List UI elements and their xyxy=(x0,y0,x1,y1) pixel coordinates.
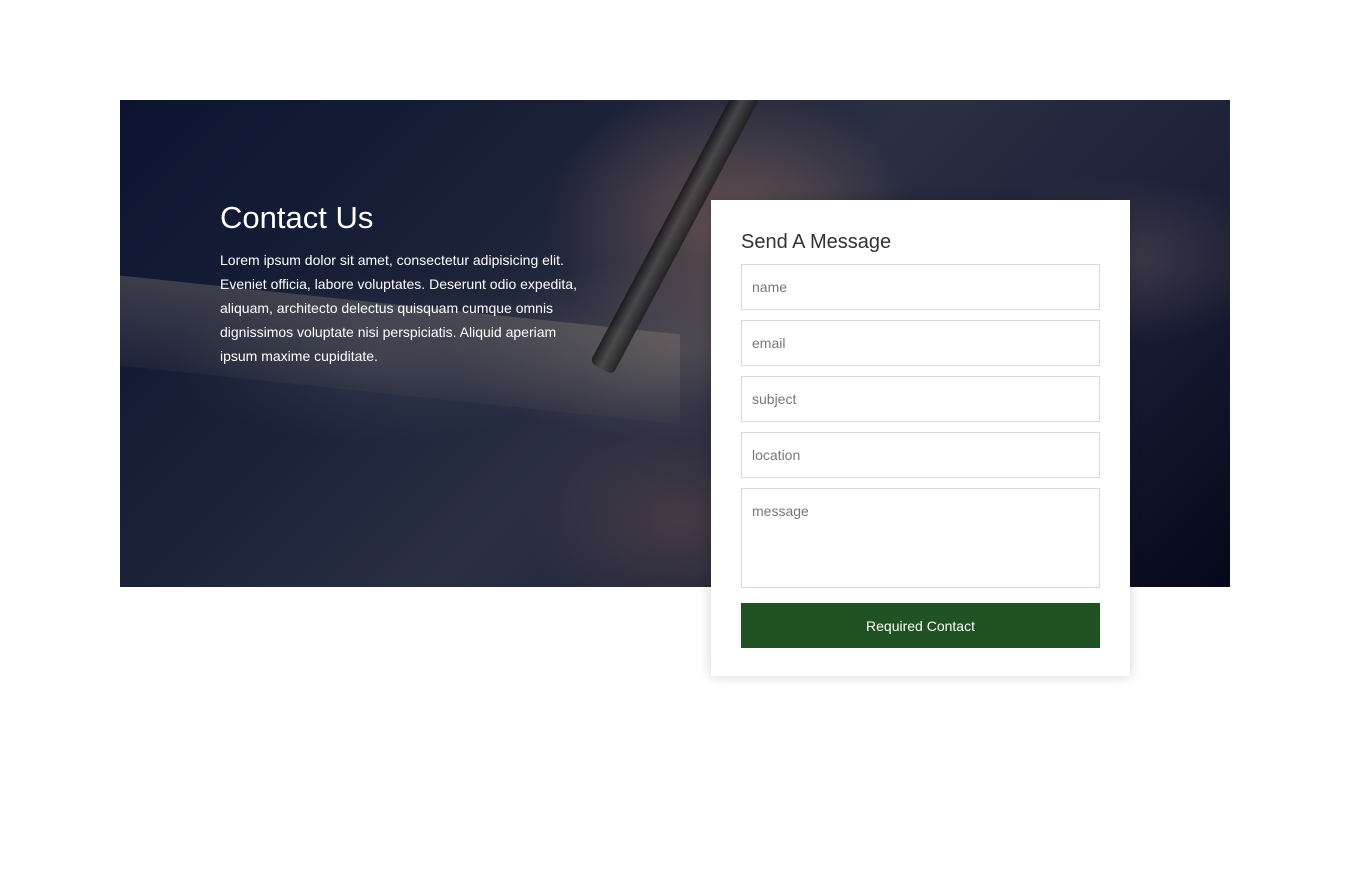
location-input[interactable] xyxy=(741,432,1100,478)
name-input[interactable] xyxy=(741,264,1100,310)
subject-input[interactable] xyxy=(741,376,1100,422)
hero-title: Contact Us xyxy=(220,200,374,235)
email-input[interactable] xyxy=(741,320,1100,366)
hero-description: Lorem ipsum dolor sit amet, consectetur … xyxy=(220,252,577,364)
hero-text-block: Contact Us Lorem ipsum dolor sit amet, c… xyxy=(220,198,585,368)
form-title: Send A Message xyxy=(741,231,892,253)
submit-button[interactable]: Required Contact xyxy=(741,603,1100,648)
contact-form-card: Send A Message Required Contact xyxy=(711,200,1130,676)
message-textarea[interactable] xyxy=(741,488,1100,588)
